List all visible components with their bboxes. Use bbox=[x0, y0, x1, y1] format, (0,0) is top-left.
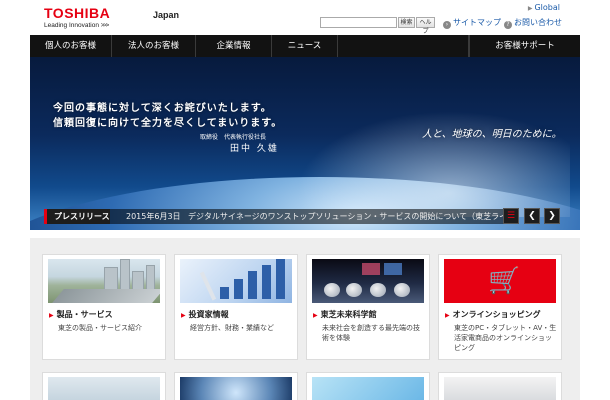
content-area: ▶ 製品・サービス 東芝の製品・サービス紹介 ▶ 投資家情報 経営方針、財務・業績な… bbox=[30, 238, 580, 400]
card-image bbox=[48, 377, 160, 400]
card-description: 東芝のPC・タブレット・AV・生活家電商品のオンラインショッピング bbox=[454, 324, 557, 352]
search-button[interactable]: 検索 bbox=[398, 17, 415, 28]
global-link-label: Global bbox=[534, 3, 560, 12]
card-title: ▶ 投資家情報 bbox=[181, 309, 229, 320]
signature-name: 田中 久雄 bbox=[230, 144, 279, 154]
chevron-right-icon[interactable]: ❯ bbox=[544, 208, 560, 224]
card-title-text: オンラインショッピング bbox=[452, 310, 541, 319]
press-release-label: プレスリリース bbox=[44, 209, 110, 224]
card-title-text: 投資家情報 bbox=[188, 310, 229, 319]
investors-image bbox=[180, 259, 292, 303]
press-release-date: 2015年6月3日 bbox=[126, 212, 181, 221]
card-row2-2[interactable] bbox=[174, 372, 298, 400]
nav-item-corporate[interactable]: 企業情報 bbox=[196, 35, 272, 57]
card-investors[interactable]: ▶ 投資家情報 経営方針、財務・業績など bbox=[174, 254, 298, 360]
tagline-arrows: >>> bbox=[100, 23, 109, 29]
triangle-right-icon: ▶ bbox=[527, 5, 533, 12]
logo-tagline: Leading Innovation >>> bbox=[44, 22, 110, 30]
triangle-right-icon: ▶ bbox=[445, 312, 450, 319]
sitemap-link-label: サイトマップ bbox=[453, 18, 501, 27]
card-title-text: 製品・サービス bbox=[56, 310, 113, 319]
chevron-right-icon: › bbox=[443, 21, 451, 29]
card-description: 未来社会を創造する最先端の技術を体験 bbox=[322, 324, 420, 342]
list-icon[interactable]: ☰ bbox=[503, 208, 519, 224]
help-button[interactable]: ヘルプ bbox=[416, 17, 435, 35]
hero-slogan: 人と、地球の、明日のために。 bbox=[422, 129, 562, 140]
card-image bbox=[444, 377, 556, 400]
toshiba-logo[interactable]: TOSHIBA Leading Innovation >>> bbox=[44, 6, 110, 30]
triangle-right-icon: ▶ bbox=[313, 312, 318, 319]
nav-item-support[interactable]: お客様サポート bbox=[469, 35, 580, 57]
search-input[interactable] bbox=[320, 17, 397, 28]
card-online-shopping[interactable]: 🛒 ▶ オンラインショッピング 東芝のPC・タブレット・AV・生活家電商品のオンラ… bbox=[438, 254, 562, 360]
main-nav: 個人のお客様 法人のお客様 企業情報 ニュース お客様サポート bbox=[30, 35, 580, 57]
nav-spacer bbox=[338, 35, 469, 57]
contact-link[interactable]: ? お問い合わせ bbox=[504, 17, 562, 29]
chevron-left-icon[interactable]: ❮ bbox=[524, 208, 540, 224]
press-release-headline[interactable]: デジタルサイネージのワンストップソリューション・サービスの開始について（東芝ライ bbox=[188, 209, 504, 224]
tagline-text: Leading Innovation bbox=[44, 22, 99, 29]
contact-link-label: お問い合わせ bbox=[514, 18, 562, 27]
site-header: TOSHIBA Leading Innovation >>> Japan ▶ Gl… bbox=[0, 0, 610, 35]
question-icon: ? bbox=[504, 21, 512, 29]
card-image bbox=[180, 377, 292, 400]
nav-item-business[interactable]: 法人のお客様 bbox=[112, 35, 196, 57]
nav-item-personal[interactable]: 個人のお客様 bbox=[30, 35, 112, 57]
triangle-right-icon: ▶ bbox=[49, 312, 54, 319]
museum-image bbox=[312, 259, 424, 303]
card-products[interactable]: ▶ 製品・サービス 東芝の製品・サービス紹介 bbox=[42, 254, 166, 360]
press-release-ticker[interactable]: プレスリリース 2015年6月3日 デジタルサイネージのワンストップソリューショ… bbox=[44, 209, 504, 224]
hero-glow bbox=[270, 97, 570, 217]
card-title: ▶ 東芝未来科学館 bbox=[313, 309, 377, 320]
hero-banner[interactable]: 今回の事態に対して深くお詫びいたします。 信頼回復に向けて全力を尽くしてまいりま… bbox=[30, 57, 580, 230]
card-title: ▶ 製品・サービス bbox=[49, 309, 113, 320]
triangle-right-icon: ▶ bbox=[181, 312, 186, 319]
card-title-text: 東芝未来科学館 bbox=[320, 310, 377, 319]
hero-message-line2: 信頼回復に向けて全力を尽くしてまいります。 bbox=[53, 118, 283, 129]
nav-item-news[interactable]: ニュース bbox=[272, 35, 338, 57]
sitemap-link[interactable]: › サイトマップ bbox=[443, 17, 501, 29]
card-row2-4[interactable] bbox=[438, 372, 562, 400]
logo-wordmark: TOSHIBA bbox=[44, 5, 111, 21]
card-image bbox=[312, 377, 424, 400]
products-image bbox=[48, 259, 160, 303]
card-science-museum[interactable]: ▶ 東芝未来科学館 未来社会を創造する最先端の技術を体験 bbox=[306, 254, 430, 360]
hero-message-line1: 今回の事態に対して深くお詫びいたします。 bbox=[53, 103, 272, 114]
card-description: 東芝の製品・サービス紹介 bbox=[58, 324, 142, 332]
global-link[interactable]: ▶ Global bbox=[528, 3, 560, 12]
region-label: Japan bbox=[153, 10, 180, 20]
card-row2-1[interactable] bbox=[42, 372, 166, 400]
signature-title: 取締役 代表執行役社長 bbox=[200, 134, 267, 141]
card-title: ▶ オンラインショッピング bbox=[445, 309, 541, 320]
card-row2-3[interactable] bbox=[306, 372, 430, 400]
shopping-cart-icon: 🛒 bbox=[488, 266, 521, 296]
card-description: 経営方針、財務・業績など bbox=[190, 324, 274, 332]
shopping-image: 🛒 bbox=[444, 259, 556, 303]
